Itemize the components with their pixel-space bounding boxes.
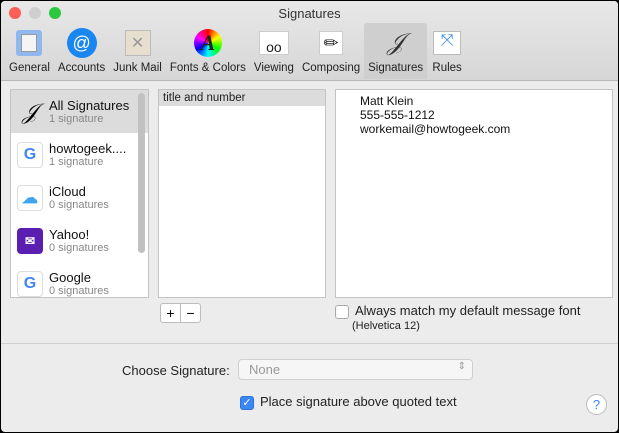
chevron-updown-icon: ⇕ bbox=[457, 361, 466, 372]
tab-accounts[interactable]: @ Accounts bbox=[54, 23, 109, 79]
account-all-signatures[interactable]: 𝒥 All Signatures 1 signature bbox=[11, 90, 148, 133]
tab-label: General bbox=[9, 62, 50, 74]
checkbox[interactable] bbox=[335, 304, 349, 319]
at-icon: @ bbox=[66, 27, 98, 59]
signature-icon: 𝒥 bbox=[387, 29, 404, 56]
account-icloud[interactable]: ☁ iCloud 0 signatures bbox=[11, 176, 148, 219]
account-count: 0 signatures bbox=[49, 285, 109, 297]
account-name: iCloud bbox=[49, 184, 86, 199]
tab-label: Composing bbox=[301, 62, 361, 74]
accounts-list[interactable]: 𝒥 All Signatures 1 signature Ghowtogeek...… bbox=[10, 89, 149, 298]
window-title: Signatures bbox=[278, 6, 341, 21]
rules-icon: ⤧ bbox=[431, 27, 463, 59]
account-yahoo[interactable]: ✉ Yahoo! 0 signatures bbox=[11, 219, 148, 262]
select-value: None bbox=[249, 362, 281, 377]
icloud-icon: ☁ bbox=[17, 184, 43, 211]
font-note: (Helvetica 12) bbox=[352, 320, 420, 332]
account-google[interactable]: G Google 0 signatures bbox=[11, 262, 148, 297]
fonts-icon: A bbox=[192, 27, 224, 59]
pencil-icon: ✏ bbox=[315, 27, 347, 59]
account-name: All Signatures bbox=[49, 98, 130, 113]
preferences-window: Signatures General @ Accounts ✕ Junk Mail … bbox=[1, 1, 618, 432]
tab-label: Viewing bbox=[253, 62, 294, 74]
title-bar: Signatures General @ Accounts ✕ Junk Mail … bbox=[1, 1, 618, 81]
match-font-checkbox[interactable]: Always match my default message font bbox=[335, 303, 580, 319]
signatures-list[interactable]: title and number bbox=[158, 89, 326, 298]
place-above-checkbox[interactable]: ✓ Place signature above quoted text bbox=[240, 394, 457, 410]
tab-signatures[interactable]: 𝒥 Signatures bbox=[364, 23, 428, 79]
match-font-label: Always match my default message font bbox=[355, 303, 581, 318]
signature-line: Matt Klein bbox=[360, 94, 414, 108]
choose-signature-select[interactable]: None ⇕ bbox=[238, 359, 473, 380]
tab-viewing[interactable]: oo Viewing bbox=[250, 23, 298, 79]
signature-line: workemail@howtogeek.com bbox=[360, 122, 511, 136]
glasses-icon: oo bbox=[258, 27, 290, 59]
add-signature-button[interactable]: + bbox=[160, 303, 181, 323]
tab-junk-mail[interactable]: ✕ Junk Mail bbox=[109, 23, 166, 79]
choose-signature-label: Choose Signature: bbox=[122, 363, 230, 378]
account-name: howtogeek.... bbox=[49, 141, 127, 156]
remove-signature-button[interactable]: − bbox=[180, 303, 201, 323]
account-count: 1 signature bbox=[49, 113, 104, 125]
general-icon bbox=[13, 27, 45, 59]
place-above-label: Place signature above quoted text bbox=[260, 394, 457, 409]
signature-editor[interactable]: Matt Klein 555-555-1212 workemail@howtog… bbox=[335, 89, 613, 298]
tab-label: Fonts & Colors bbox=[169, 62, 246, 74]
tab-label: Junk Mail bbox=[113, 62, 162, 74]
divider bbox=[1, 343, 618, 344]
yahoo-mail-icon: ✉ bbox=[17, 227, 43, 254]
account-name: Yahoo! bbox=[49, 227, 90, 242]
tab-fonts-colors[interactable]: A Fonts & Colors bbox=[166, 23, 250, 79]
tab-label: Accounts bbox=[57, 62, 106, 74]
google-icon: G bbox=[17, 141, 43, 168]
tab-rules[interactable]: ⤧ Rules bbox=[427, 23, 467, 79]
google-icon: G bbox=[17, 270, 43, 297]
tab-composing[interactable]: ✏ Composing bbox=[298, 23, 364, 79]
account-count: 0 signatures bbox=[49, 199, 109, 211]
account-name: Google bbox=[49, 270, 91, 285]
scrollbar[interactable] bbox=[138, 93, 145, 253]
account-count: 0 signatures bbox=[49, 242, 109, 254]
help-button[interactable]: ? bbox=[586, 394, 607, 415]
signature-item[interactable]: title and number bbox=[159, 90, 325, 106]
tab-label: Signatures bbox=[368, 62, 424, 74]
tab-label: Rules bbox=[432, 62, 462, 74]
account-howtogeek[interactable]: Ghowtogeek.... 1 signature bbox=[11, 133, 148, 176]
tab-general[interactable]: General bbox=[5, 23, 54, 79]
signature-line: 555-555-1212 bbox=[360, 108, 435, 122]
trash-icon: ✕ bbox=[122, 27, 154, 59]
account-count: 1 signature bbox=[49, 156, 104, 168]
signature-icon: 𝒥 bbox=[22, 98, 38, 124]
checkbox-checked[interactable]: ✓ bbox=[240, 395, 254, 410]
